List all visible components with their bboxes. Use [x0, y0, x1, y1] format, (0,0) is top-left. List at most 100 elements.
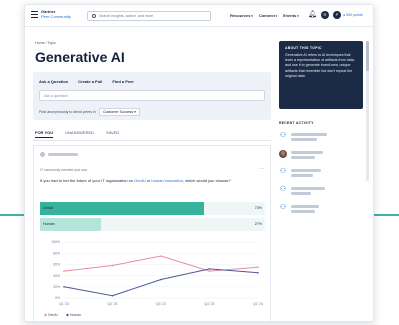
recent-activity-item[interactable]: ⚇ — [279, 132, 363, 146]
trend-line-chart: 100% 80% 60% 40% 20% 0% Q1 '23 Q2 '23 Q3 '23 Q4 '… — [44, 240, 263, 317]
y-tick-label: 60% — [53, 263, 60, 267]
bell-icon[interactable]: 🔔︎ — [308, 11, 317, 19]
recent-activity-heading: RECENT ACTIVITY — [279, 121, 314, 125]
chevron-down-icon: ▾ — [134, 110, 136, 114]
points-badge[interactable]: 350 points — [343, 13, 363, 17]
ask-panel: Ask a Question Create a Poll Find a Peer… — [33, 72, 271, 120]
poll-author[interactable] — [40, 152, 78, 157]
accent-line-right — [372, 214, 399, 216]
ask-tabs: Ask a Question Create a Poll Find a Peer — [39, 79, 134, 84]
nav-events[interactable]: Events — [283, 13, 298, 18]
app-window: Gartner Peer Community Search insights, … — [24, 4, 374, 322]
question-text-1: If you had to bet the future of your IT … — [40, 178, 135, 183]
scrollbar-thumb[interactable] — [366, 41, 369, 71]
y-tick-label: 40% — [53, 274, 60, 278]
user-icon: ⚇ — [279, 168, 287, 175]
series-line-human — [63, 268, 259, 297]
nav-connect[interactable]: Connect — [259, 13, 277, 18]
redacted-text — [291, 150, 323, 159]
poll-card: IT community member just now ⋯ If you ha… — [33, 145, 271, 321]
nav-links: Resources Connect Events — [230, 13, 299, 18]
tab-for-you[interactable]: FOR YOU — [35, 130, 54, 138]
hamburger-menu-icon[interactable] — [31, 11, 38, 18]
search-placeholder: Search insights, advice, and more — [99, 14, 154, 18]
page-title: Generative AI — [35, 49, 125, 65]
recent-activity-item[interactable]: ⚇ — [279, 204, 363, 218]
x-tick-label: Q4 '23 — [205, 302, 215, 306]
data-point-genai — [63, 270, 65, 272]
ask-question-input[interactable]: Ask a question — [39, 90, 265, 101]
logo-line2: Peer Community — [41, 14, 71, 19]
data-point-human — [208, 268, 211, 270]
data-point-human — [257, 272, 259, 274]
data-point-human — [63, 286, 65, 288]
recent-activity-item[interactable]: ⚇ — [279, 168, 363, 182]
user-icon: ⚇ — [279, 186, 287, 193]
y-tick-label: 80% — [53, 251, 60, 255]
legend-label: GenAI — [48, 313, 58, 317]
avatar[interactable]: R — [321, 11, 329, 19]
logo[interactable]: Gartner Peer Community — [41, 9, 71, 19]
poll-question: If you had to bet the future of your IT … — [40, 178, 265, 184]
poll-option-label: Human — [43, 222, 55, 226]
top-nav: Gartner Peer Community Search insights, … — [25, 5, 373, 27]
question-option-b: human innovation — [151, 178, 183, 183]
user-icon: ⚇ — [279, 204, 287, 211]
breadcrumb[interactable]: Home / Topic — [35, 41, 56, 45]
poll-option-genai[interactable]: GenAI 73% — [40, 202, 265, 215]
poll-option-label: GenAI — [43, 206, 54, 210]
profile-avatar[interactable]: P — [333, 11, 341, 19]
about-topic-card: ABOUT THIS TOPIC Generative AI refers to… — [279, 41, 363, 109]
x-tick-label: Q1 '24 — [253, 302, 263, 306]
y-tick-label: 20% — [53, 285, 60, 289]
tab-find-peer[interactable]: Find a Peer — [112, 79, 134, 84]
feed-tabs: FOR YOU UNANSWERED SAVED — [35, 130, 119, 138]
data-point-human — [160, 278, 162, 281]
redacted-name — [48, 153, 78, 156]
about-text: Generative AI refers to AI techniques th… — [285, 53, 355, 78]
about-heading: ABOUT THIS TOPIC — [285, 46, 322, 50]
legend-swatch — [44, 313, 47, 317]
data-point-genai — [160, 255, 162, 257]
user-icon: ⚇ — [279, 132, 287, 139]
avatar — [279, 150, 287, 158]
poll-meta: IT community member just now — [40, 168, 88, 172]
series-line-genai — [63, 255, 259, 272]
recent-activity-item[interactable] — [279, 150, 363, 164]
poll-option-percent: 27% — [254, 222, 262, 226]
legend-swatch — [66, 313, 69, 317]
y-tick-label: 100% — [51, 240, 60, 244]
x-tick-label: Q1 '23 — [59, 302, 69, 306]
data-point-genai — [257, 266, 259, 268]
post-audience-row: Post anonymously to direct peers in Cust… — [39, 108, 140, 116]
search-icon — [92, 14, 96, 18]
search-input[interactable]: Search insights, advice, and more — [87, 11, 211, 21]
redacted-text — [291, 204, 319, 213]
tab-unanswered[interactable]: UNANSWERED — [65, 130, 94, 138]
recent-activity-item[interactable]: ⚇ — [279, 186, 363, 200]
nav-resources[interactable]: Resources — [230, 13, 253, 18]
poll-option-percent: 73% — [254, 206, 262, 210]
tab-create-poll[interactable]: Create a Poll — [78, 79, 102, 84]
avatar — [40, 152, 45, 157]
redacted-text — [291, 186, 325, 195]
data-point-human — [111, 294, 114, 297]
question-text-3: , which would you choose? — [182, 178, 231, 183]
data-point-genai — [111, 264, 114, 267]
audience-select[interactable]: Customer Success ▾ — [98, 108, 140, 116]
sidebar-scrollbar[interactable] — [366, 41, 369, 181]
tab-saved[interactable]: SAVED — [106, 130, 119, 138]
tab-ask-question[interactable]: Ask a Question — [39, 79, 68, 84]
divider — [33, 140, 271, 141]
audience-select-value: Customer Success — [102, 110, 134, 114]
poll-fill-genai — [40, 202, 205, 215]
post-audience-label: Post anonymously to direct peers in — [39, 110, 96, 114]
y-tick-label: 0% — [55, 296, 60, 300]
legend-label: Human — [70, 313, 81, 317]
poll-option-human[interactable]: Human 27% — [40, 218, 265, 231]
question-option-a: GenAI — [134, 178, 146, 183]
more-options-icon[interactable]: ⋯ — [259, 166, 264, 172]
redacted-text — [291, 132, 327, 141]
x-tick-label: Q3 '23 — [156, 302, 166, 306]
data-point-genai — [208, 270, 211, 272]
